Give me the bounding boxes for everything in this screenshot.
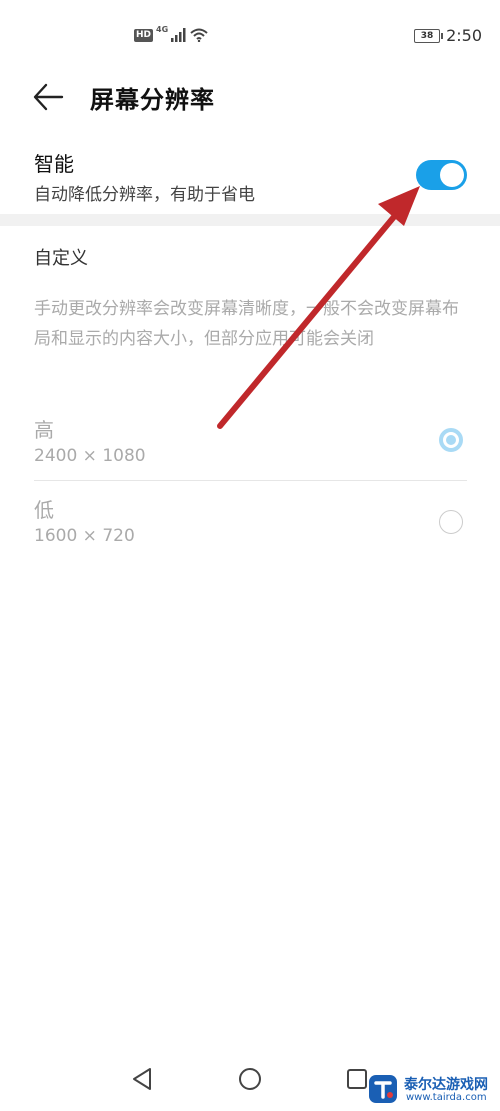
nav-back-button[interactable] (128, 1064, 158, 1094)
status-icons-left: HD 4G (134, 24, 208, 42)
toggle-knob (440, 163, 464, 187)
radio-high[interactable] (439, 428, 463, 452)
status-bar: HD 4G 38 2:50 (0, 0, 500, 70)
clock: 2:50 (446, 26, 482, 45)
watermark: 泰尔达游戏网 www.tairda.com (366, 1072, 496, 1108)
custom-description: 手动更改分辨率会改变屏幕清晰度，一般不会改变屏幕布局和显示的内容大小，但部分应用… (34, 299, 459, 349)
watermark-name: 泰尔达游戏网 (404, 1077, 488, 1093)
back-arrow-icon (33, 83, 64, 111)
smart-subtitle: 自动降低分辨率，有助于省电 (34, 185, 255, 205)
smart-resolution-row[interactable]: 智能 自动降低分辨率，有助于省电 (0, 142, 500, 218)
smart-toggle[interactable] (416, 160, 467, 190)
custom-section-header: 自定义 (34, 248, 88, 269)
option-divider (34, 480, 467, 481)
section-divider (0, 214, 500, 226)
battery-icon: 38 (414, 28, 444, 43)
page-title: 屏幕分辨率 (90, 86, 215, 114)
back-button[interactable] (30, 80, 70, 114)
signal-icon (171, 28, 186, 42)
circle-home-icon (239, 1068, 261, 1090)
smart-title: 智能 (34, 152, 74, 176)
option-title: 高 (34, 418, 54, 442)
option-title: 低 (34, 498, 54, 522)
network-type: 4G (156, 24, 169, 34)
option-resolution: 1600 × 720 (34, 526, 135, 546)
watermark-logo-icon (369, 1075, 397, 1103)
radio-low[interactable] (439, 510, 463, 534)
option-high[interactable]: 高 2400 × 1080 (0, 414, 500, 484)
option-resolution: 2400 × 1080 (34, 446, 146, 466)
app-header: 屏幕分辨率 (0, 72, 500, 122)
triangle-back-icon (133, 1068, 151, 1090)
status-icons-right: 38 2:50 (414, 26, 482, 45)
option-low[interactable]: 低 1600 × 720 (0, 494, 500, 564)
wifi-icon (190, 28, 208, 42)
nav-home-button[interactable] (235, 1064, 265, 1094)
watermark-url: www.tairda.com (406, 1092, 487, 1103)
hd-badge: HD (134, 28, 154, 42)
